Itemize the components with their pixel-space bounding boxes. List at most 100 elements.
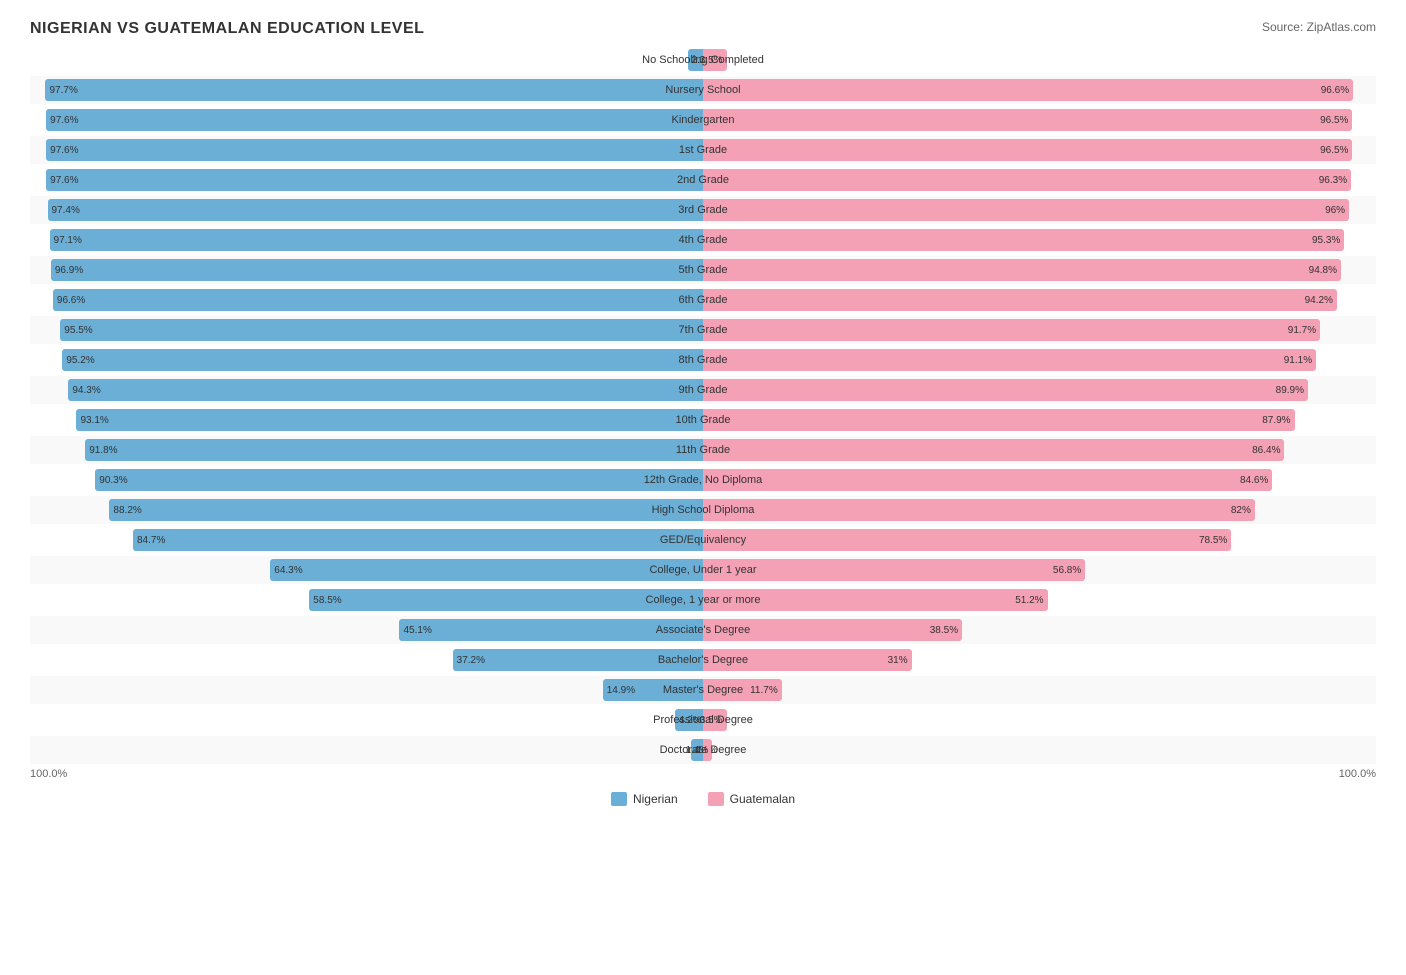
nigerian-bar: 93.1% — [76, 409, 703, 431]
nigerian-bar: 95.2% — [62, 349, 703, 371]
nigerian-value: 45.1% — [403, 625, 431, 636]
row-label: Nursery School — [665, 84, 740, 96]
nigerian-bar: 97.4% — [48, 199, 704, 221]
row-label: College, Under 1 year — [649, 564, 756, 576]
guatemalan-value: 94.8% — [1309, 265, 1337, 276]
nigerian-value: 84.7% — [137, 535, 165, 546]
row-label: 4th Grade — [679, 234, 728, 246]
nigerian-value: 97.4% — [52, 205, 80, 216]
nigerian-value: 14.9% — [607, 685, 635, 696]
chart-area: 2.3%3.5%No Schooling Completed 97.7% 96.6%… — [30, 46, 1376, 780]
guatemalan-bar: 96.3% — [703, 169, 1351, 191]
nigerian-bar: 97.6% — [46, 109, 703, 131]
axis-right-label: 100.0% — [1339, 768, 1376, 780]
row-label: High School Diploma — [652, 504, 755, 516]
guatemalan-value: 11.7% — [750, 685, 778, 696]
nigerian-value: 96.9% — [55, 265, 83, 276]
nigerian-bar: 97.7% — [45, 79, 703, 101]
row-label: 3rd Grade — [678, 204, 728, 216]
row-label: Professional Degree — [653, 714, 753, 726]
row-label: Doctorate Degree — [660, 744, 747, 756]
row-label: 8th Grade — [679, 354, 728, 366]
table-row: 14.9%11.7%Master's Degree — [30, 676, 1376, 704]
guatemalan-bar: 94.2% — [703, 289, 1337, 311]
guatemalan-value: 95.3% — [1312, 235, 1340, 246]
nigerian-label: Nigerian — [633, 792, 678, 806]
guatemalan-bar: 78.5% — [703, 529, 1231, 551]
nigerian-value: 97.1% — [54, 235, 82, 246]
table-row: 1.8%1.4%Doctorate Degree — [30, 736, 1376, 764]
nigerian-bar: 90.3% — [95, 469, 703, 491]
row-label: GED/Equivalency — [660, 534, 746, 546]
table-row: 96.9% 94.8% 5th Grade — [30, 256, 1376, 284]
table-row: 58.5%51.2%College, 1 year or more — [30, 586, 1376, 614]
chart-title: NIGERIAN VS GUATEMALAN EDUCATION LEVEL — [30, 20, 1376, 38]
guatemalan-value: 96.5% — [1320, 145, 1348, 156]
row-label: 11th Grade — [676, 444, 730, 456]
nigerian-bar: 91.8% — [85, 439, 703, 461]
row-label: Bachelor's Degree — [658, 654, 748, 666]
table-row: 95.5% 91.7% 7th Grade — [30, 316, 1376, 344]
legend-guatemalan: Guatemalan — [708, 792, 795, 806]
guatemalan-value: 31% — [888, 655, 908, 666]
guatemalan-bar: 96.5% — [703, 139, 1352, 161]
row-label: 5th Grade — [679, 264, 728, 276]
guatemalan-value: 91.7% — [1288, 325, 1316, 336]
table-row: 45.1%38.5%Associate's Degree — [30, 616, 1376, 644]
row-label: 7th Grade — [679, 324, 728, 336]
row-label: 10th Grade — [675, 414, 730, 426]
guatemalan-value: 96.6% — [1321, 85, 1349, 96]
table-row: 97.7% 96.6% Nursery School — [30, 76, 1376, 104]
guatemalan-value: 96.3% — [1319, 175, 1347, 186]
row-label: No Schooling Completed — [642, 54, 764, 66]
axis-left-label: 100.0% — [30, 768, 67, 780]
table-row: 97.6% 96.3% 2nd Grade — [30, 166, 1376, 194]
table-row: 90.3%84.6%12th Grade, No Diploma — [30, 466, 1376, 494]
nigerian-value: 94.3% — [72, 385, 100, 396]
table-row: 4.2%3.5%Professional Degree — [30, 706, 1376, 734]
row-label: Kindergarten — [672, 114, 735, 126]
table-row: 97.6%96.5%1st Grade — [30, 136, 1376, 164]
nigerian-bar: 64.3% — [270, 559, 703, 581]
guatemalan-bar: 96.6% — [703, 79, 1353, 101]
row-label: College, 1 year or more — [646, 594, 761, 606]
table-row: 2.3%3.5%No Schooling Completed — [30, 46, 1376, 74]
guatemalan-value: 82% — [1231, 505, 1251, 516]
guatemalan-bar: 82% — [703, 499, 1255, 521]
nigerian-value: 91.8% — [89, 445, 117, 456]
table-row: 97.4% 96%3rd Grade — [30, 196, 1376, 224]
nigerian-swatch — [611, 792, 627, 806]
table-row: 97.6% 96.5% Kindergarten — [30, 106, 1376, 134]
guatemalan-bar: 84.6% — [703, 469, 1272, 491]
row-label: Associate's Degree — [656, 624, 750, 636]
table-row: 64.3%56.8%College, Under 1 year — [30, 556, 1376, 584]
guatemalan-bar: 96% — [703, 199, 1349, 221]
nigerian-value: 97.6% — [50, 115, 78, 126]
nigerian-value: 37.2% — [457, 655, 485, 666]
nigerian-bar: 96.6% — [53, 289, 703, 311]
guatemalan-value: 89.9% — [1276, 385, 1304, 396]
nigerian-bar: 96.9% — [51, 259, 703, 281]
nigerian-bar: 94.3% — [68, 379, 703, 401]
nigerian-value: 96.6% — [57, 295, 85, 306]
guatemalan-swatch — [708, 792, 724, 806]
guatemalan-value: 96.5% — [1320, 115, 1348, 126]
table-row: 95.2%91.1%8th Grade — [30, 346, 1376, 374]
axis-labels: 100.0% 100.0% — [30, 768, 1376, 780]
nigerian-value: 97.7% — [49, 85, 77, 96]
nigerian-bar: 88.2% — [109, 499, 703, 521]
guatemalan-value: 94.2% — [1305, 295, 1333, 306]
nigerian-bar: 97.6% — [46, 169, 703, 191]
nigerian-value: 64.3% — [274, 565, 302, 576]
table-row: 96.6%94.2%6th Grade — [30, 286, 1376, 314]
nigerian-value: 93.1% — [80, 415, 108, 426]
nigerian-value: 97.6% — [50, 175, 78, 186]
guatemalan-value: 87.9% — [1262, 415, 1290, 426]
nigerian-bar: 95.5% — [60, 319, 703, 341]
source-label: Source: ZipAtlas.com — [1262, 20, 1376, 34]
row-label: 2nd Grade — [677, 174, 729, 186]
legend-nigerian: Nigerian — [611, 792, 678, 806]
guatemalan-bar: 87.9% — [703, 409, 1295, 431]
nigerian-bar: 97.1% — [50, 229, 703, 251]
table-row: 91.8%86.4%11th Grade — [30, 436, 1376, 464]
